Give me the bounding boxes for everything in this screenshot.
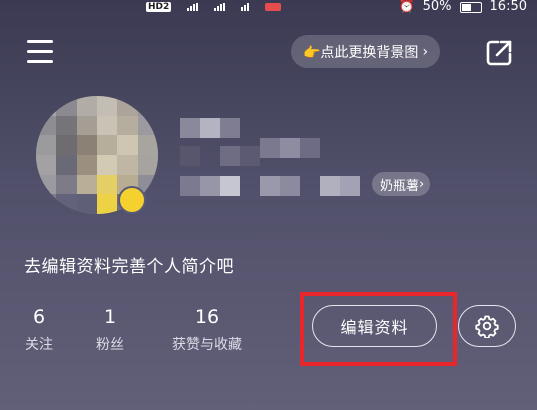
stat-following[interactable]: 6 关注 bbox=[22, 305, 56, 355]
share-external-icon[interactable] bbox=[484, 38, 514, 68]
battery-icon bbox=[459, 1, 482, 13]
tag-button[interactable]: 奶瓶薯 › bbox=[372, 172, 431, 196]
settings-button[interactable] bbox=[458, 305, 516, 347]
highlight-box bbox=[300, 292, 457, 366]
chevron-right-icon: › bbox=[419, 176, 425, 192]
notification-icon bbox=[265, 3, 282, 11]
gear-icon bbox=[475, 315, 499, 338]
followers-label: 粉丝 bbox=[96, 337, 124, 353]
hd-badge: HD2 bbox=[146, 2, 172, 12]
tag-label: 奶瓶薯 bbox=[380, 178, 420, 194]
wifi-icon bbox=[241, 3, 250, 11]
likes-count: 16 bbox=[194, 306, 220, 328]
hamburger-menu-icon[interactable] bbox=[25, 38, 53, 66]
change-background-button[interactable]: 👉点此更换背景图 › bbox=[291, 35, 441, 68]
username-obscured bbox=[180, 118, 370, 196]
signal-icon-2 bbox=[214, 3, 226, 11]
signal-icon bbox=[187, 3, 199, 11]
bio-prompt[interactable]: 去编辑资料完善个人简介吧 bbox=[24, 252, 234, 277]
status-icons-right: ⏰ 50% 16:50 bbox=[398, 0, 527, 14]
likes-label: 获赞与收藏 bbox=[172, 337, 242, 353]
status-bar: HD2 ⏰ 50% 16:50 bbox=[0, 0, 537, 14]
following-label: 关注 bbox=[25, 337, 53, 353]
alarm-icon: ⏰ bbox=[398, 0, 415, 14]
following-count: 6 bbox=[32, 306, 46, 328]
battery-percent: 50% bbox=[422, 0, 452, 14]
chevron-right-icon: › bbox=[422, 43, 429, 60]
clock: 16:50 bbox=[489, 0, 527, 14]
stat-likes-favorites[interactable]: 16 获赞与收藏 bbox=[164, 305, 250, 355]
status-icons-left: HD2 bbox=[146, 0, 282, 14]
stat-followers[interactable]: 1 粉丝 bbox=[93, 305, 127, 355]
avatar-badge bbox=[118, 186, 146, 214]
followers-count: 1 bbox=[103, 306, 117, 328]
change-background-label: 👉点此更换背景图 bbox=[303, 44, 419, 61]
